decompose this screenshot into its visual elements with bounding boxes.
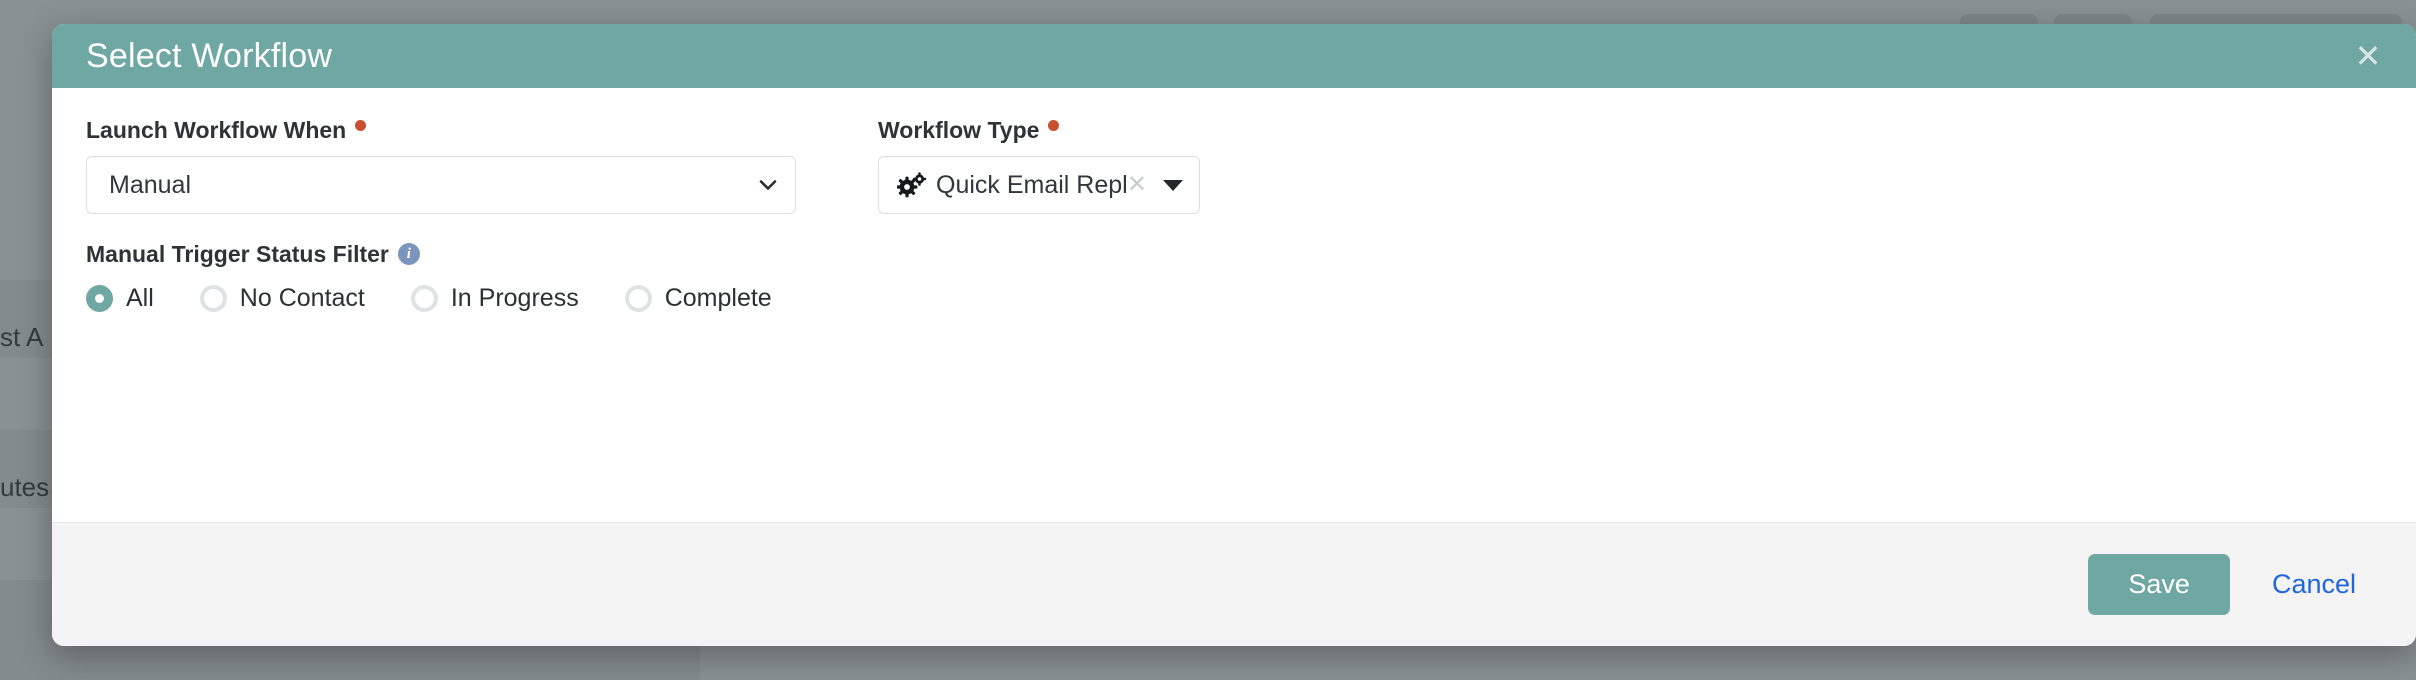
dialog-header: Select Workflow ✕ <box>52 24 2416 88</box>
radio-mark[interactable] <box>86 285 113 312</box>
cancel-button[interactable]: Cancel <box>2268 569 2360 600</box>
workflow-type-select[interactable]: Quick Email Reply ✕ <box>878 156 1200 214</box>
select-workflow-dialog: Select Workflow ✕ Launch Workflow When M… <box>52 24 2416 646</box>
radio-label: Complete <box>664 284 772 312</box>
info-icon[interactable]: i <box>397 243 420 265</box>
caret-down-icon[interactable] <box>1163 179 1183 191</box>
save-button[interactable]: Save <box>2088 554 2230 615</box>
radio-option-no-contact[interactable]: No Contact <box>199 284 365 313</box>
clear-x-icon[interactable]: ✕ <box>1127 173 1147 197</box>
radio-option-all[interactable]: All <box>86 284 154 313</box>
field-launch-workflow-when: Launch Workflow When Manual <box>86 116 846 214</box>
workflow-type-label-text: Workflow Type <box>878 116 1040 143</box>
dialog-title: Select Workflow <box>86 36 333 75</box>
radio-label: In Progress <box>450 284 579 312</box>
workflow-type-label: Workflow Type <box>878 116 1638 144</box>
cogs-icon <box>897 172 927 198</box>
radio-option-in-progress[interactable]: In Progress <box>410 284 579 313</box>
status-filter-label-text: Manual Trigger Status Filter <box>86 240 389 267</box>
launch-when-label-text: Launch Workflow When <box>86 116 347 143</box>
radio-mark[interactable] <box>410 285 438 312</box>
chevron-down-icon[interactable] <box>757 174 779 196</box>
launch-when-label: Launch Workflow When <box>86 116 846 144</box>
status-filter-label: Manual Trigger Status Filter i <box>86 240 2382 268</box>
radio-label: All <box>126 284 154 312</box>
dialog-footer: Save Cancel <box>52 522 2416 646</box>
close-icon[interactable]: ✕ <box>2348 36 2388 76</box>
launch-when-select[interactable]: Manual <box>86 156 796 214</box>
status-filter-radio-group: All No Contact In Progress Complete <box>86 284 2382 313</box>
radio-option-complete[interactable]: Complete <box>624 284 772 313</box>
radio-label: No Contact <box>239 284 365 312</box>
launch-when-value: Manual <box>109 170 191 199</box>
required-dot-icon <box>355 119 367 131</box>
required-dot-icon <box>1048 119 1060 131</box>
radio-mark[interactable] <box>624 285 652 312</box>
dialog-body: Launch Workflow When Manual Workflow Typ… <box>52 88 2416 522</box>
field-workflow-type: Workflow Type Quick Email Reply ✕ <box>878 116 1638 214</box>
field-status-filter: Manual Trigger Status Filter i All No Co… <box>86 240 2382 313</box>
radio-mark[interactable] <box>199 285 227 312</box>
form-row-top: Launch Workflow When Manual Workflow Typ… <box>86 116 2382 214</box>
workflow-type-value: Quick Email Reply <box>936 170 1127 199</box>
